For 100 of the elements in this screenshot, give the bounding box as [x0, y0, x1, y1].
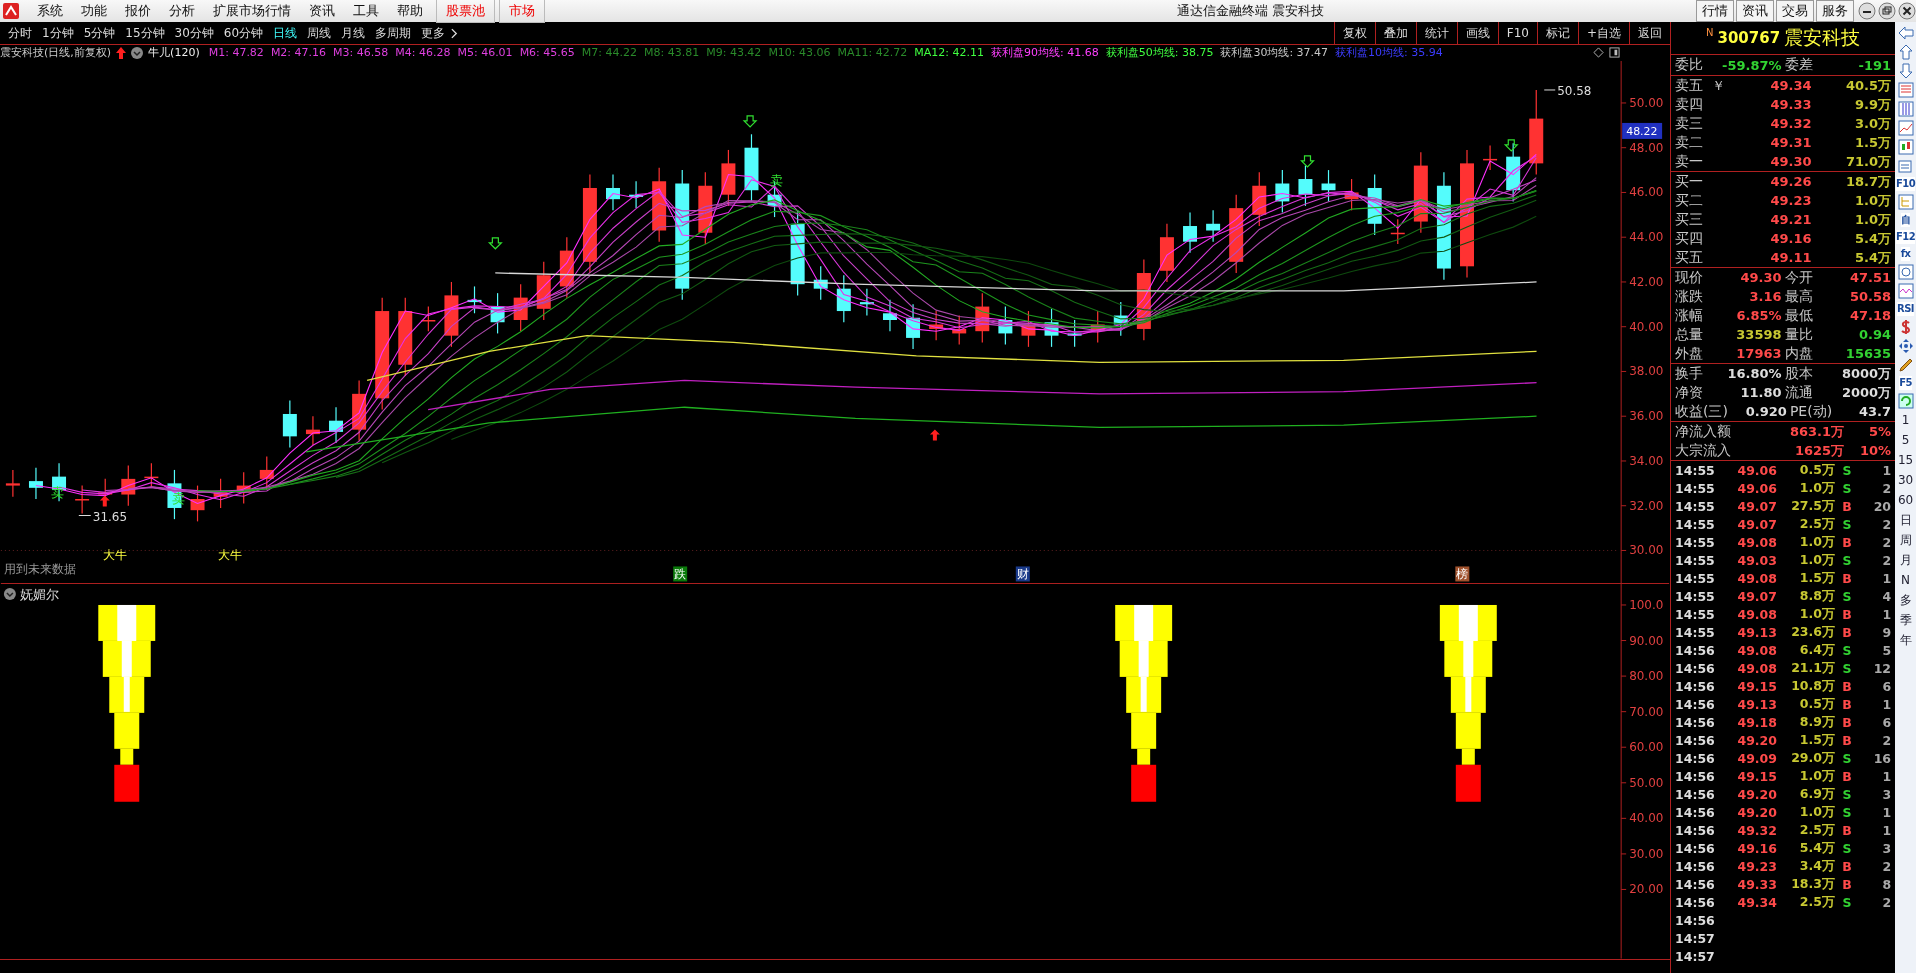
- tool-button[interactable]: F10: [1895, 177, 1916, 191]
- window-title: 通达信金融终端 震安科技: [1175, 2, 1326, 20]
- line-chart-icon[interactable]: [1897, 120, 1914, 136]
- period-button[interactable]: 60: [1897, 492, 1914, 509]
- move-icon[interactable]: [1897, 338, 1914, 354]
- period-button[interactable]: 日: [1899, 512, 1912, 529]
- period-button[interactable]: 1: [1901, 412, 1910, 429]
- period-button[interactable]: 周: [1899, 532, 1912, 549]
- grid-icon[interactable]: [1897, 101, 1914, 117]
- menu-item[interactable]: 股票池: [436, 0, 495, 23]
- dropdown-icon[interactable]: [131, 47, 144, 59]
- menu-item[interactable]: 系统: [28, 0, 72, 22]
- period-button[interactable]: 季: [1899, 612, 1912, 629]
- period-tab[interactable]: 日线: [268, 24, 303, 42]
- field-value: 2000万: [1840, 383, 1892, 402]
- candlestick: [329, 406, 343, 444]
- candlestick: [1067, 319, 1082, 348]
- tool-button[interactable]: fx: [1900, 247, 1911, 261]
- period-tab[interactable]: 1分钟: [37, 24, 79, 42]
- period-button[interactable]: 年: [1899, 632, 1912, 649]
- wave-chart-icon[interactable]: [1897, 283, 1914, 299]
- panel-toggle-icon[interactable]: [1609, 47, 1620, 59]
- candlestick: [1159, 223, 1174, 283]
- indicator-value: 获利盘90均线: 41.68: [991, 45, 1099, 61]
- trade-price: 49.08: [1736, 534, 1777, 550]
- warning-text: 用到未来数据: [3, 562, 76, 577]
- period-tab[interactable]: 更多: [416, 24, 451, 42]
- trade-count: 1: [1881, 768, 1892, 784]
- menu-item[interactable]: 工具: [344, 0, 388, 22]
- period-tab[interactable]: 周线: [302, 24, 337, 42]
- menu-button[interactable]: 行情: [1696, 0, 1734, 22]
- order-level-label: 卖五: [1675, 76, 1704, 95]
- menu-item[interactable]: 分析: [160, 0, 204, 22]
- candlestick: [352, 379, 367, 442]
- menu-item[interactable]: 市场: [499, 0, 545, 23]
- trade-side: S: [1841, 660, 1853, 676]
- trade-time: 14:55: [1675, 516, 1716, 532]
- period-tab[interactable]: 15分钟: [120, 24, 170, 42]
- menu-item[interactable]: 扩展市场行情: [204, 0, 300, 22]
- trade-side: B: [1841, 498, 1853, 514]
- period-button[interactable]: 30: [1897, 472, 1914, 489]
- trade-count: 3: [1881, 786, 1892, 802]
- candlestick: [859, 288, 874, 317]
- candlestick: [883, 299, 897, 332]
- period-tab[interactable]: 30分钟: [169, 24, 219, 42]
- candlestick: [559, 236, 574, 299]
- pencil-icon[interactable]: [1897, 357, 1914, 373]
- period-tab[interactable]: 月线: [336, 24, 371, 42]
- up-arrow-icon: [116, 47, 127, 59]
- period-tab[interactable]: 60分钟: [218, 24, 269, 42]
- candlestick: [444, 281, 459, 348]
- menu-item[interactable]: 功能: [72, 0, 116, 22]
- menu-item[interactable]: 帮助: [388, 0, 432, 22]
- field-label: 总量: [1675, 325, 1703, 344]
- trade-count: 5: [1881, 642, 1892, 658]
- tool-button[interactable]: 自: [1900, 213, 1911, 227]
- trade-price: 49.08: [1736, 606, 1777, 622]
- arrow-up-icon[interactable]: [1897, 44, 1914, 60]
- period-button[interactable]: 多: [1899, 592, 1912, 609]
- period-tab[interactable]: 5分钟: [78, 24, 121, 42]
- menu-button[interactable]: 服务: [1816, 0, 1854, 22]
- period-tab[interactable]: 分时: [3, 24, 37, 42]
- indicator-value: M2: 47.16: [270, 46, 327, 60]
- flow-percent: 5%: [1868, 424, 1892, 439]
- trade-volume: 6.9万: [1798, 785, 1835, 803]
- trade-price: 49.08: [1736, 570, 1777, 586]
- candlestick-icon[interactable]: [1897, 139, 1914, 155]
- tool-button[interactable]: RSI: [1896, 302, 1915, 316]
- dropdown-icon[interactable]: [3, 588, 16, 601]
- period-button[interactable]: 5: [1901, 432, 1910, 449]
- period-button[interactable]: N: [1901, 572, 1911, 589]
- period-button[interactable]: 15: [1897, 452, 1914, 469]
- close-icon[interactable]: [1898, 2, 1916, 20]
- candlestick: [1206, 209, 1221, 243]
- diamond-icon[interactable]: [1593, 47, 1604, 59]
- menu-item[interactable]: 资讯: [300, 0, 344, 22]
- menu-item[interactable]: 报价: [116, 0, 160, 22]
- refresh-icon[interactable]: [1897, 393, 1914, 409]
- trade-volume: 10.8万: [1790, 677, 1835, 695]
- period-button[interactable]: 月: [1899, 552, 1912, 569]
- trade-volume: 1.0万: [1798, 605, 1835, 623]
- trade-time: 14:55: [1675, 480, 1716, 496]
- candlestick: [975, 292, 990, 343]
- period-tab[interactable]: 多周期: [370, 24, 417, 42]
- trade-time: 14:56: [1675, 714, 1716, 730]
- arrow-down-icon[interactable]: [1897, 63, 1914, 79]
- trade-volume: 23.6万: [1790, 623, 1835, 641]
- trade-price: 49.07: [1736, 516, 1777, 532]
- tool-button[interactable]: F5: [1899, 376, 1912, 390]
- arrow-left-icon[interactable]: [1897, 25, 1914, 41]
- menu-button[interactable]: 交易: [1776, 0, 1814, 22]
- menu-button[interactable]: 资讯: [1736, 0, 1774, 22]
- trade-volume: 1.5万: [1798, 731, 1835, 749]
- field-value: 43.7: [1858, 404, 1892, 419]
- down-arrow-icon: [487, 237, 503, 250]
- indicator-value: 获利盘50均线: 38.75: [1105, 45, 1214, 61]
- field-value: 33598: [1735, 327, 1782, 342]
- tool-button[interactable]: F12: [1895, 230, 1916, 244]
- restore-icon[interactable]: [1878, 2, 1896, 20]
- minimize-icon[interactable]: [1858, 2, 1876, 20]
